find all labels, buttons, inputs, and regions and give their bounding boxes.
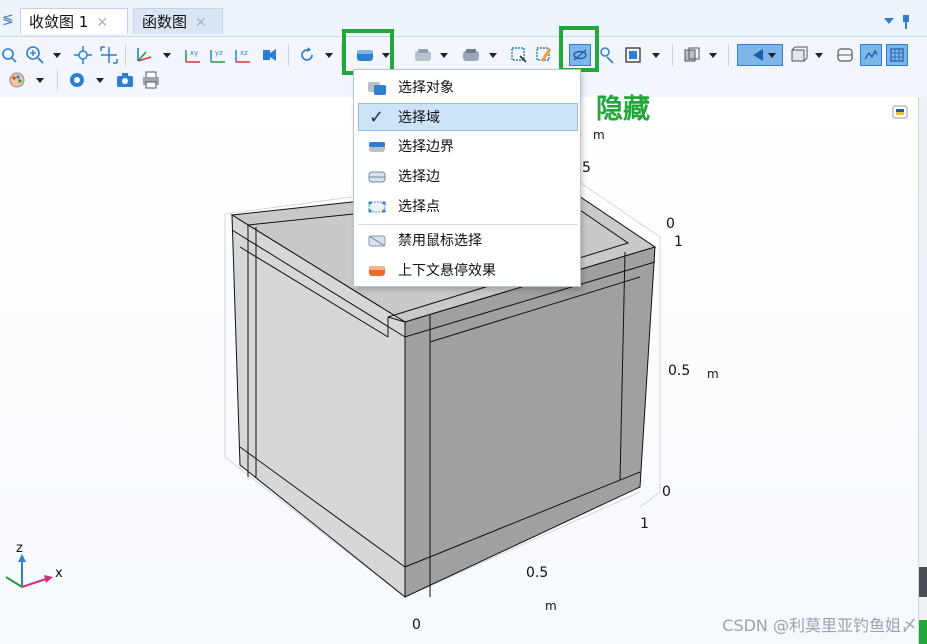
tab-bar-grip-icon: ≶	[2, 12, 14, 28]
show-hidden-icon[interactable]	[597, 44, 619, 66]
screenshot-camera-icon[interactable]	[114, 69, 136, 91]
context-hover-icon	[369, 266, 385, 276]
view-yz-icon[interactable]: yz	[207, 44, 229, 66]
wireframe-icon[interactable]	[788, 44, 810, 66]
select-boundary-icon	[369, 142, 385, 152]
pin-icon[interactable]	[902, 14, 910, 29]
view-cube-icon[interactable]	[892, 104, 908, 119]
tab-convergence-plot[interactable]: 收敛图 1 ✕	[20, 8, 128, 34]
rotate-icon[interactable]	[296, 44, 318, 66]
menu-item-label: 选择域	[398, 110, 440, 126]
view-orientation-icon[interactable]	[133, 44, 155, 66]
selection-mode-menu: 选择对象 ✓ 选择域 选择边界 选择边 选择点 禁用鼠标选择 上下文悬停效果	[353, 69, 581, 287]
build-mesh-icon[interactable]	[460, 44, 482, 66]
vertical-scrollbar[interactable]	[918, 97, 927, 644]
toolbar-separator	[57, 69, 58, 91]
menu-item-select-edge[interactable]: 选择边	[358, 163, 578, 191]
chevron-down-icon[interactable]	[163, 53, 171, 58]
tab-label: 收敛图 1	[29, 13, 89, 31]
hide-annotation: 隐藏	[596, 94, 650, 125]
checkmark-icon: ✓	[369, 107, 385, 128]
close-icon[interactable]: ✕	[96, 15, 108, 31]
menu-separator	[358, 224, 578, 225]
tab-label: 函数图	[142, 13, 188, 31]
triad-z-label: z	[16, 541, 23, 556]
svg-text:yz: yz	[215, 49, 223, 57]
axis-tick-z-0: 0	[662, 484, 671, 500]
axis-unit-top: m	[593, 128, 605, 142]
disable-mouse-select-icon	[368, 235, 386, 247]
axis-unit-front: m	[545, 599, 557, 613]
scene-light-icon[interactable]	[622, 44, 644, 66]
chevron-down-icon[interactable]	[652, 53, 660, 58]
select-point-icon	[368, 201, 386, 213]
zoom-box-icon[interactable]	[0, 44, 22, 66]
chevron-down-icon[interactable]	[489, 53, 497, 58]
tab-bar: ≶ 收敛图 1 ✕ 函数图 ✕	[0, 0, 927, 37]
chevron-down-icon[interactable]	[53, 53, 61, 58]
chevron-down-icon[interactable]	[709, 53, 717, 58]
menu-item-label: 选择边	[398, 169, 440, 185]
scrollbar-accent	[919, 620, 927, 644]
tab-function-plot[interactable]: 函数图 ✕	[133, 8, 223, 34]
menu-item-label: 上下文悬停效果	[398, 263, 496, 279]
menu-item-select-object[interactable]: 选择对象	[358, 74, 578, 102]
axis-tick-z-1: 1	[674, 234, 683, 250]
toolbar-separator	[672, 44, 673, 66]
chevron-down-icon[interactable]	[815, 53, 823, 58]
toolbar-separator	[125, 44, 126, 66]
menu-item-select-domain[interactable]: ✓ 选择域	[358, 103, 578, 131]
view-xz-icon[interactable]: xz	[232, 44, 254, 66]
scrollbar-thumb[interactable]	[919, 567, 927, 597]
select-object-icon	[368, 82, 386, 95]
chevron-down-icon[interactable]	[768, 53, 776, 58]
highlight-box-hide	[559, 26, 599, 72]
axis-tick-z-0-top: 0	[666, 216, 675, 232]
transparency-icon[interactable]	[681, 44, 703, 66]
axis-tick-top: 5	[582, 160, 591, 176]
svg-text:xy: xy	[190, 49, 198, 57]
zoom-selection-icon[interactable]	[98, 44, 120, 66]
menu-item-disable-mouse-select[interactable]: 禁用鼠标选择	[358, 227, 578, 255]
close-icon[interactable]: ✕	[195, 15, 207, 31]
select-edge-icon	[368, 171, 386, 183]
axis-display-icon[interactable]	[860, 44, 882, 66]
axis-tick-x-1: 1	[640, 516, 649, 532]
triad-x-label: x	[55, 566, 63, 581]
zoom-in-icon[interactable]	[24, 44, 46, 66]
grid-display-icon[interactable]	[886, 44, 908, 66]
menu-item-context-hover[interactable]: 上下文悬停效果	[358, 257, 578, 285]
menu-item-label: 禁用鼠标选择	[398, 233, 482, 249]
chevron-down-icon[interactable]	[96, 78, 104, 83]
select-box-icon[interactable]	[508, 44, 530, 66]
menu-item-label: 选择点	[398, 199, 440, 215]
render-mode-icon[interactable]	[834, 44, 856, 66]
toolbar-separator	[288, 44, 289, 66]
build-geometry-icon[interactable]	[412, 44, 434, 66]
menu-item-select-boundary[interactable]: 选择边界	[358, 133, 578, 161]
grid-settings-icon[interactable]	[737, 44, 783, 66]
color-table-icon[interactable]	[6, 69, 28, 91]
camera-view-icon[interactable]	[259, 44, 281, 66]
clear-selection-icon[interactable]	[533, 44, 555, 66]
toolbar-separator	[728, 44, 729, 66]
axis-tick-x-mid: 0.5	[526, 565, 549, 581]
menu-item-label: 选择边界	[398, 139, 454, 155]
svg-text:xz: xz	[240, 49, 248, 57]
menu-item-select-point[interactable]: 选择点	[358, 193, 578, 221]
chevron-down-icon[interactable]	[36, 78, 44, 83]
menu-item-label: 选择对象	[398, 80, 454, 96]
axis-triad	[5, 554, 53, 588]
print-icon[interactable]	[140, 69, 162, 91]
axis-tick-z-mid: 0.5	[668, 363, 691, 379]
axis-tick-x-0: 0	[412, 617, 421, 633]
chevron-down-icon[interactable]	[325, 53, 333, 58]
tab-list-icon[interactable]	[884, 18, 894, 24]
view-xy-icon[interactable]: xy	[182, 44, 204, 66]
lighting-icon[interactable]	[66, 69, 88, 91]
watermark: CSDN @利莫里亚钓鱼姐〆	[722, 616, 917, 635]
axis-unit-right: m	[707, 367, 719, 381]
zoom-extents-icon[interactable]	[72, 44, 94, 66]
chevron-down-icon[interactable]	[440, 53, 448, 58]
